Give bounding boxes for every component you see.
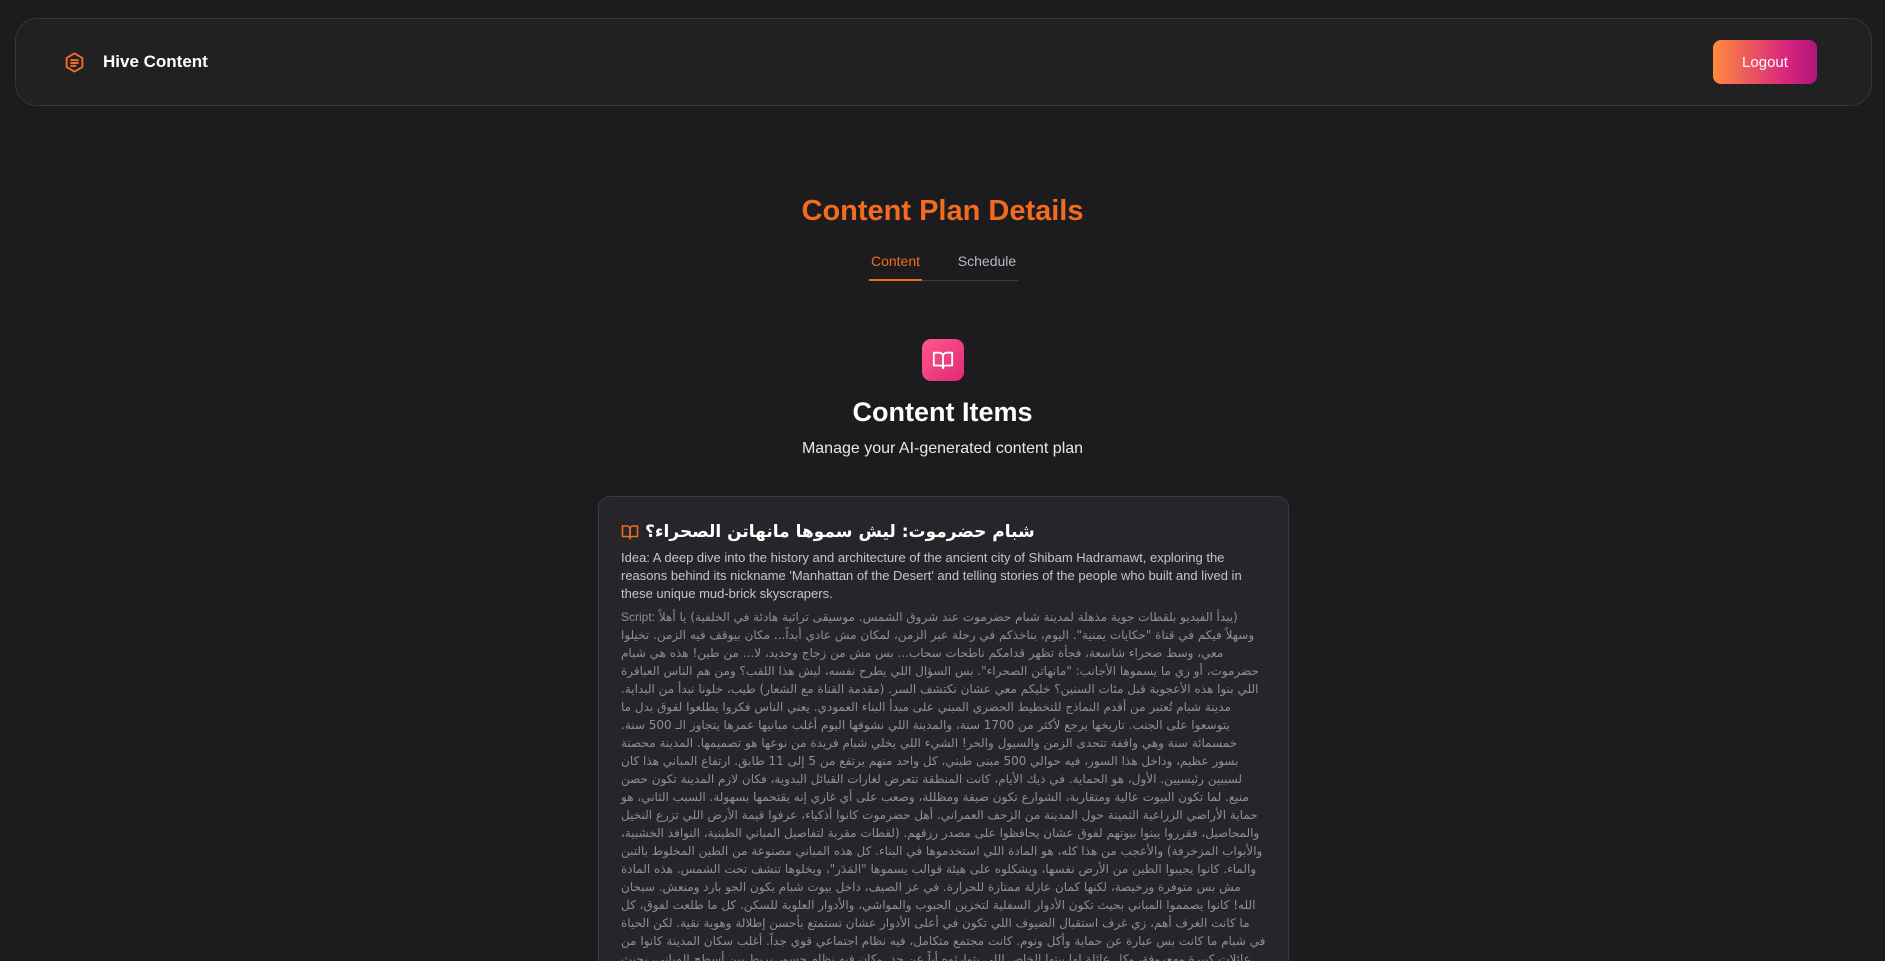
content-tabs: Content Schedule (868, 250, 1018, 281)
open-book-icon (922, 339, 964, 381)
tab-content[interactable]: Content (869, 250, 922, 281)
brand-name: Hive Content (103, 52, 208, 71)
content-item-card[interactable]: شبام حضرموت: ليش سموها مانهاتن الصحراء؟ … (598, 496, 1289, 961)
brand[interactable]: Hive Content (63, 51, 208, 74)
top-navbar: Hive Content Logout (15, 18, 1872, 106)
section-title: Content Items (852, 397, 1033, 427)
page-title: Content Plan Details (801, 195, 1084, 227)
document-list-icon (63, 51, 86, 74)
tab-schedule[interactable]: Schedule (956, 250, 1018, 269)
content-item-header: شبام حضرموت: ليش سموها مانهاتن الصحراء؟ (621, 521, 1266, 543)
section-subtitle: Manage your AI-generated content plan (801, 440, 1084, 457)
content-item-script: Script: (يبدأ الفيديو بلقطات جوية مذهلة … (621, 608, 1266, 961)
logout-button[interactable]: Logout (1713, 40, 1817, 84)
script-label: Script: (621, 610, 656, 624)
content-item-idea: Idea: A deep dive into the history and a… (621, 550, 1242, 601)
script-text: (يبدأ الفيديو بلقطات جوية مذهلة لمدينة ش… (621, 610, 1266, 961)
book-icon (621, 523, 639, 541)
content-item-title: شبام حضرموت: ليش سموها مانهاتن الصحراء؟ (645, 522, 1035, 542)
